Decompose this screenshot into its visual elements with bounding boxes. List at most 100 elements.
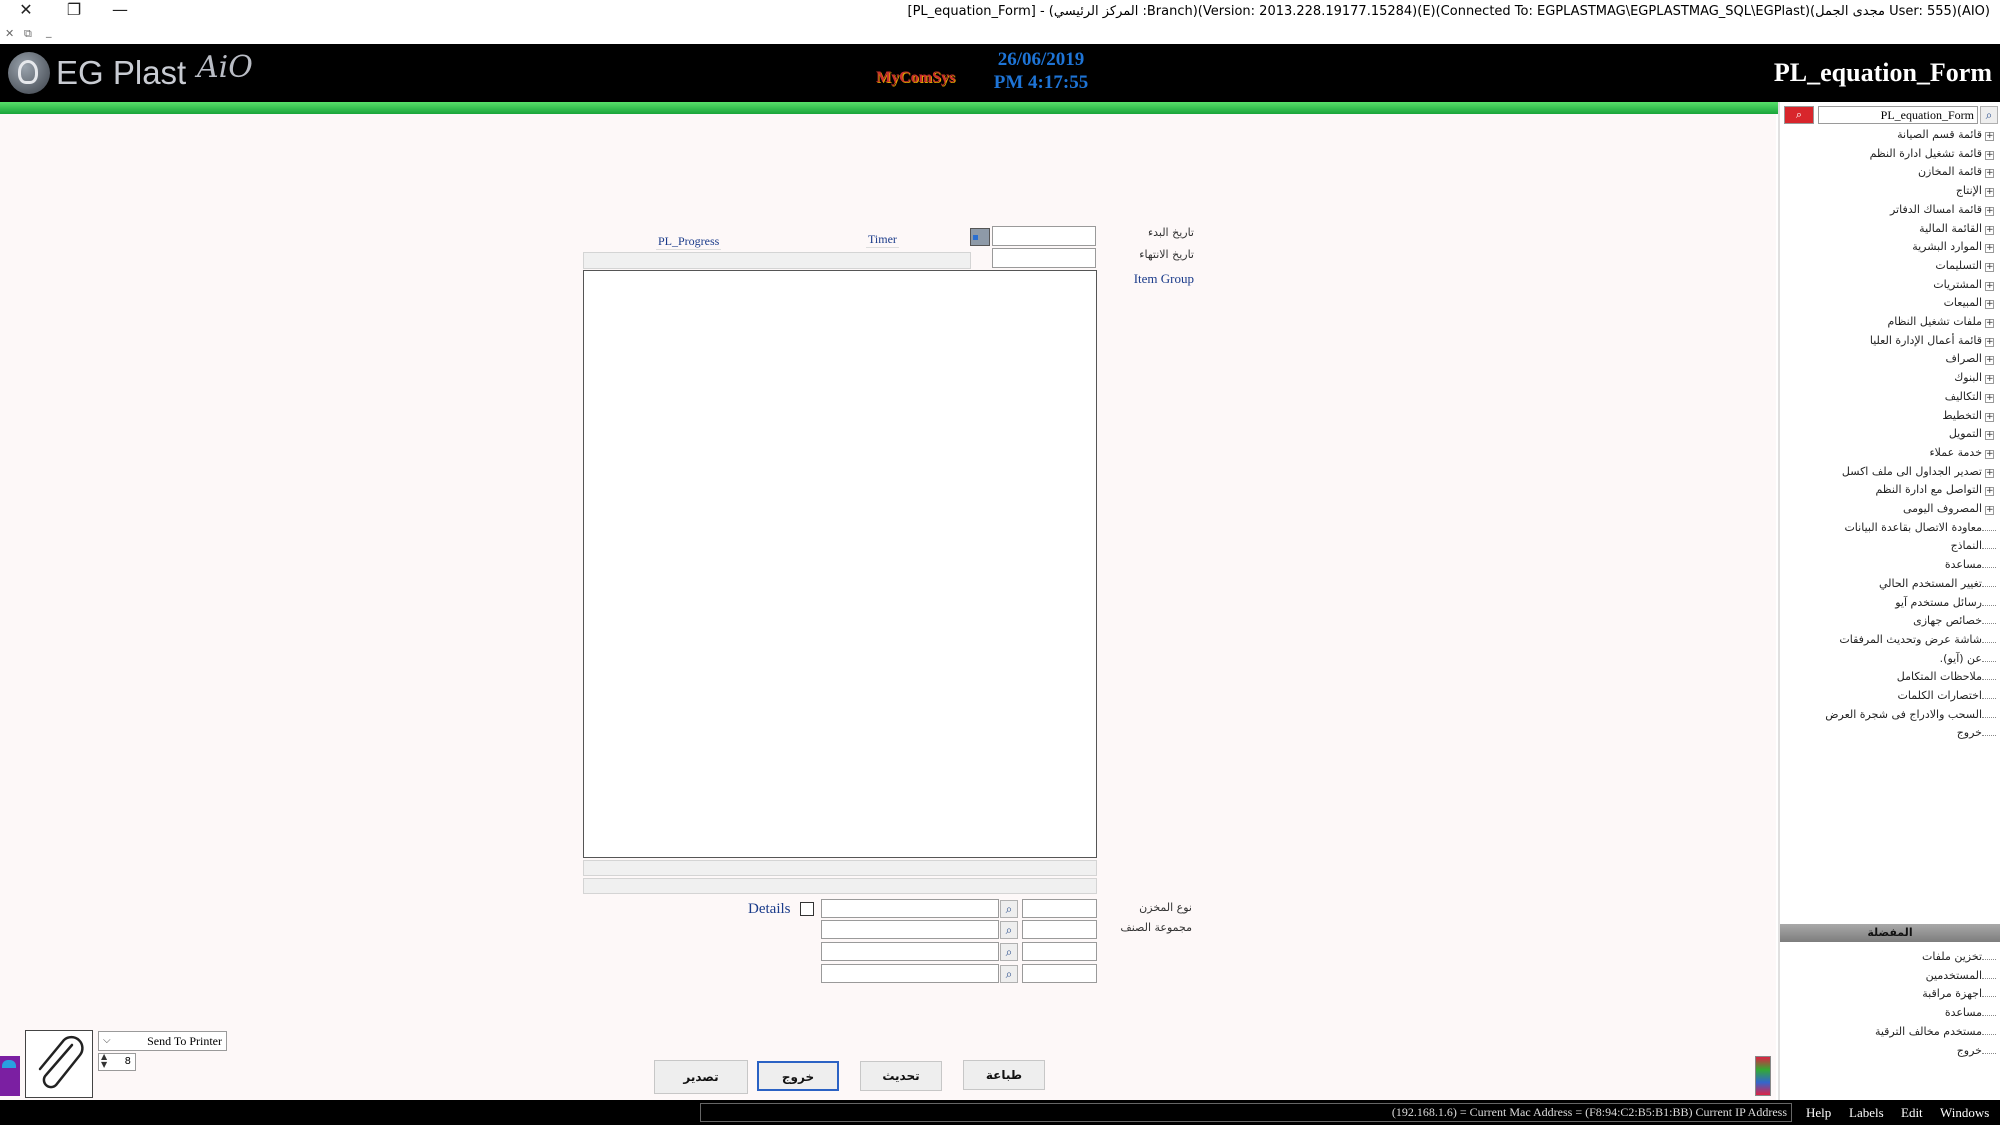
stepper-arrows-icon[interactable]: ▲ ▼ [101,1053,107,1069]
tree-item[interactable]: قائمة امساك الدفاتر + [1780,203,2000,221]
shortcut-item[interactable]: المستخدمين [1926,969,1982,982]
expand-icon[interactable]: + [1985,244,1994,254]
menu-windows[interactable]: Windows [1940,1105,1989,1121]
filter-4-code-field[interactable] [1022,964,1097,983]
item-group-name-field[interactable] [821,920,999,939]
mdi-minimize-button[interactable]: _ [46,25,52,38]
expand-icon[interactable]: + [1985,356,1994,366]
filter-3-name-field[interactable] [821,942,999,961]
expand-icon[interactable]: + [1985,188,1994,198]
item-group-code-field[interactable] [1022,920,1097,939]
shortcut-item[interactable]: مساعدة [1945,1006,1982,1019]
shortcut-item[interactable]: تخزين ملفات [1922,950,1982,963]
store-type-search-icon[interactable]: ⌕ [1000,900,1018,918]
tree-item[interactable]: المشتريات + [1780,278,2000,296]
end-date-field[interactable] [992,248,1096,268]
print-destination-select[interactable]: ⌵ Send To Printer [98,1031,227,1051]
tree-item[interactable]: التمويل + [1780,427,2000,445]
filter-3-code-field[interactable] [1022,942,1097,961]
tree-item[interactable]: الإنتاج + [1780,184,2000,202]
expand-icon[interactable]: + [1985,132,1994,141]
tree-item[interactable]: قائمة تشغيل ادارة النظم + [1780,147,2000,165]
form-search-input[interactable]: PL_equation_Form [1818,106,1978,124]
details-checkbox[interactable] [800,902,814,916]
tree-item[interactable]: التكاليف + [1780,390,2000,408]
tree-item[interactable]: المبيعات + [1780,296,2000,314]
tree-item[interactable]: عن (آيو). [1780,652,2000,670]
attachment-button[interactable] [25,1030,93,1098]
form-search-go-icon[interactable]: ⌕ [1980,106,1998,124]
copies-stepper[interactable]: ▲ ▼ 8 [98,1053,136,1071]
tree-item[interactable]: مساعدة [1780,558,2000,576]
tree-item[interactable]: خدمة عملاء + [1780,446,2000,464]
menu-edit[interactable]: Edit [1901,1105,1923,1121]
tree-item[interactable]: الصراف + [1780,352,2000,370]
mdi-close-button[interactable]: ✕ [5,27,14,40]
tree-item[interactable]: المصروف اليومى + [1780,502,2000,520]
expand-icon[interactable]: + [1985,300,1994,310]
expand-icon[interactable]: + [1985,449,1994,459]
calendar-icon[interactable] [970,228,990,246]
tree-item[interactable]: ملاحظات المتكامل [1780,670,2000,688]
tree-item[interactable]: الموارد البشرية + [1780,240,2000,258]
tree-item[interactable]: اختصارات الكلمات [1780,689,2000,707]
side-tab[interactable] [0,1056,20,1096]
menu-labels[interactable]: Labels [1849,1105,1884,1121]
filter-3-search-icon[interactable]: ⌕ [1000,943,1018,961]
expand-icon[interactable]: + [1985,412,1994,422]
tree-item[interactable]: البنوك + [1780,371,2000,389]
tree-item[interactable]: القائمة المالية + [1780,222,2000,240]
expand-icon[interactable]: + [1985,319,1994,328]
menu-help[interactable]: Help [1806,1105,1831,1121]
filter-4-name-field[interactable] [821,964,999,983]
tree-item[interactable]: رسائل مستخدم آيو [1780,596,2000,614]
expand-icon[interactable]: + [1985,506,1994,515]
expand-icon[interactable]: + [1985,468,1994,478]
tree-item[interactable]: قائمة المخازن + [1780,165,2000,183]
expand-icon[interactable]: + [1985,225,1994,235]
expand-icon[interactable]: + [1985,337,1994,347]
expand-icon[interactable]: + [1985,206,1994,216]
search-icon[interactable]: ⌕ [1784,106,1814,124]
expand-icon[interactable]: + [1985,487,1994,497]
shortcut-item[interactable]: خروج [1957,1044,1982,1057]
expand-icon[interactable]: + [1985,375,1994,385]
store-type-name-field[interactable] [821,899,999,918]
filter-4-search-icon[interactable]: ⌕ [1000,965,1018,983]
item-group-list[interactable] [583,270,1097,858]
tree-item[interactable]: شاشة عرض وتحديث المرفقات [1780,633,2000,651]
store-type-code-field[interactable] [1022,899,1097,918]
tree-item[interactable]: التخطيط + [1780,409,2000,427]
export-button[interactable]: تصدير [654,1060,748,1094]
refresh-button[interactable]: تحديث [860,1061,942,1091]
window-close-button[interactable]: ✕ [14,0,38,20]
expand-icon[interactable]: + [1985,169,1994,179]
expand-icon[interactable]: + [1985,150,1994,160]
tree-item[interactable]: التسليمات + [1780,259,2000,277]
tree-item[interactable]: السحب والادراج فى شجرة العرض [1780,708,2000,726]
tree-item[interactable]: خروج [1780,726,2000,744]
mdi-restore-button[interactable]: ⧉ [24,27,32,41]
exit-button[interactable]: خروج [757,1061,839,1091]
tree-item[interactable]: قائمة قسم الصيانة + [1780,128,2000,146]
window-minimize-button[interactable]: — [108,0,132,20]
expand-icon[interactable]: + [1985,393,1994,403]
item-group-search-icon[interactable]: ⌕ [1000,921,1018,939]
shortcut-item[interactable]: اجهزة مراقبة [1922,987,1982,1000]
expand-icon[interactable]: + [1985,262,1994,272]
window-restore-button[interactable]: ❐ [62,0,86,20]
tree-item[interactable]: ملفات تشغيل النظام + [1780,315,2000,333]
expand-icon[interactable]: + [1985,281,1994,291]
tree-item[interactable]: تصدير الجداول الى ملف اكسل + [1780,465,2000,483]
print-button[interactable]: طباعة [963,1060,1045,1090]
tree-item[interactable]: النماذج [1780,539,2000,557]
tree-item[interactable]: قائمة أعمال الإدارة العليا + [1780,334,2000,352]
shortcut-item[interactable]: مستخدم مخالف الترقية [1875,1025,1982,1038]
books-icon[interactable] [1755,1056,1771,1096]
expand-icon[interactable]: + [1985,431,1994,441]
start-date-field[interactable] [992,226,1096,246]
tree-item[interactable]: التواصل مع ادارة النظم + [1780,483,2000,501]
tree-item[interactable]: تغيير المستخدم الحالي [1780,577,2000,595]
tree-item[interactable]: خصائص جهازى [1780,614,2000,632]
tree-item[interactable]: معاودة الاتصال بقاعدة البيانات [1780,521,2000,539]
